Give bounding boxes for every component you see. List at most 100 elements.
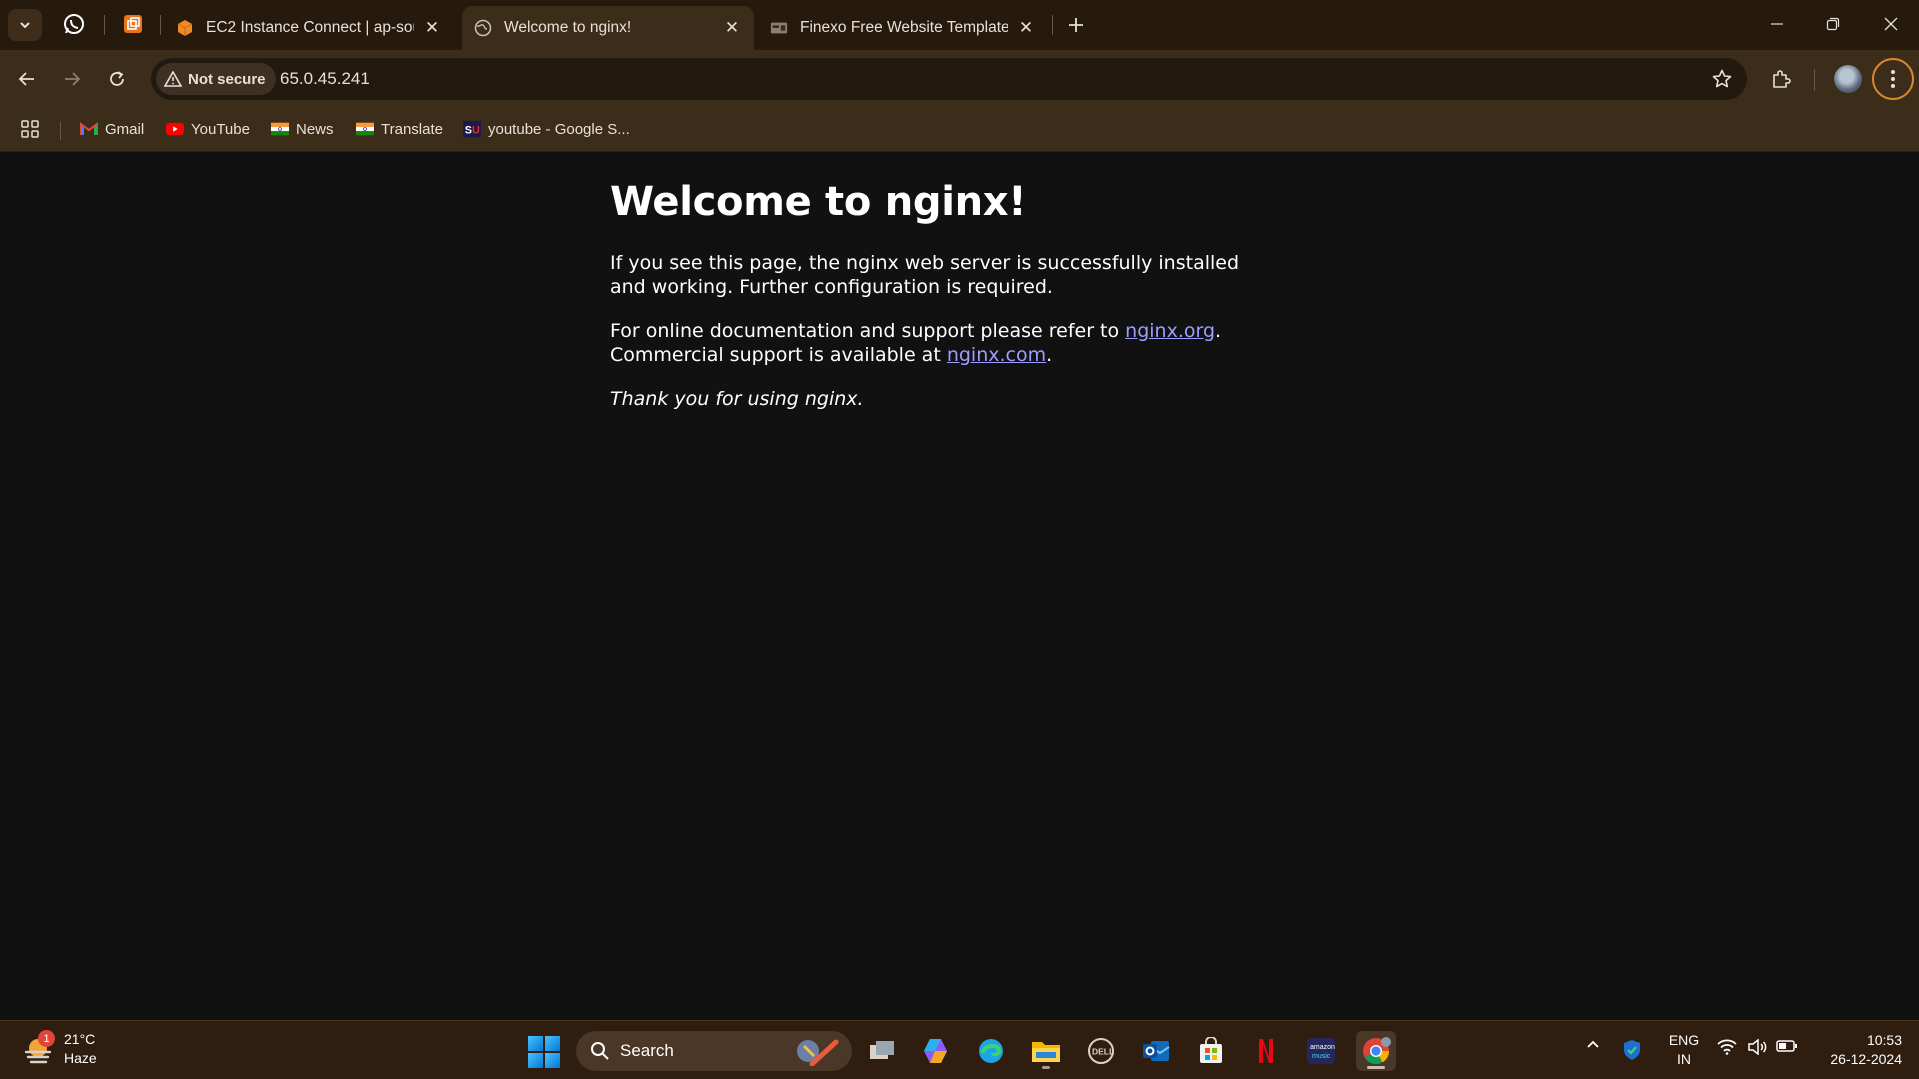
profile-avatar[interactable] [1834,65,1862,93]
globe-icon [474,19,492,37]
bookmark-youtube[interactable]: YouTube [166,114,250,144]
bookmark-gmail[interactable]: Gmail [80,114,144,144]
back-button[interactable] [10,62,44,96]
page-viewport: Welcome to nginx! If you see this page, … [0,152,1919,1020]
bookmark-translate[interactable]: Translate [356,114,443,144]
copilot-app[interactable] [916,1031,956,1071]
doc-text-prefix: For online documentation and support ple… [610,320,1126,342]
tab-title: Welcome to nginx! [504,19,632,36]
apps-grid-icon [21,120,39,138]
pinned-tab-whatsapp[interactable] [62,12,86,36]
india-flag-icon [271,121,289,137]
svg-text:DELL: DELL [1092,1047,1114,1057]
bookmarks-separator [60,122,61,140]
thank-you-message: Thank you for using nginx. [610,388,864,410]
chrome-app[interactable] [1356,1031,1396,1071]
netflix-icon [1259,1039,1273,1063]
svg-text:S: S [465,125,472,137]
bookmark-news[interactable]: News [271,114,334,144]
search-icon [590,1041,610,1061]
pinned-tab-aws[interactable] [121,12,145,36]
tab-title: EC2 Instance Connect | ap-south [206,19,414,36]
address-bar[interactable]: Not secure 65.0.45.241 [151,58,1747,100]
language-indicator[interactable]: ENG IN [1666,1031,1702,1069]
dell-icon: DELL [1088,1038,1114,1064]
tab-separator [1052,15,1053,35]
tab-welcome-nginx[interactable]: Welcome to nginx! ✕ [462,6,754,50]
folder-icon [1032,1042,1060,1062]
tab-separator [104,15,105,35]
search-highlight-icon [792,1036,840,1067]
tab-finexo-template[interactable]: Finexo Free Website Template | ✕ [758,6,1048,50]
outlook-app[interactable] [1136,1031,1176,1071]
tab-search-button[interactable] [8,9,42,41]
close-tab-icon[interactable]: ✕ [422,18,442,38]
windows-taskbar: 1 21°C Haze Search DELL amazon music ENG… [0,1020,1919,1079]
close-window-button[interactable] [1871,8,1911,40]
warning-icon [164,71,182,87]
amazon-music-app[interactable]: amazon music [1301,1031,1341,1071]
battery-icon [1776,1040,1797,1052]
bookmark-youtube-google-search[interactable]: SU youtube - Google S... [463,114,630,144]
volume-tray-icon[interactable] [1746,1039,1768,1055]
url-text[interactable]: 65.0.45.241 [280,69,370,89]
doc-text-suffix: . [1046,344,1053,366]
language-code: ENG [1668,1032,1700,1048]
bookmarks-bar: Gmail YouTube News Translate SU youtube … [0,108,1919,152]
tab-ec2-instance-connect[interactable]: EC2 Instance Connect | ap-south ✕ [164,6,454,50]
site-security-chip[interactable]: Not secure [156,63,276,95]
chevron-down-icon [20,22,30,29]
aws-ec2-icon [176,19,194,37]
microsoft-store-app[interactable] [1191,1031,1231,1071]
battery-tray-icon[interactable] [1776,1039,1798,1053]
show-hidden-icons-button[interactable] [1582,1039,1604,1049]
nginx-org-link[interactable]: nginx.org [1125,320,1215,342]
copilot-icon [924,1039,947,1063]
amazon-music-icon: amazon music [1307,1038,1335,1064]
close-tab-icon[interactable]: ✕ [1016,18,1036,38]
system-clock[interactable]: 10:53 26-12-2024 [1812,1031,1902,1069]
svg-text:U: U [472,125,480,137]
extensions-button[interactable] [1764,62,1798,96]
plus-icon [1069,18,1083,32]
minimize-button[interactable] [1757,8,1797,40]
close-tab-icon[interactable]: ✕ [722,18,742,38]
new-tab-button[interactable] [1062,11,1090,39]
weather-notification-badge: 1 [38,1030,55,1047]
dell-app[interactable]: DELL [1081,1031,1121,1071]
apps-button[interactable] [21,114,39,144]
restore-button[interactable] [1813,8,1853,40]
tab-strip: EC2 Instance Connect | ap-south ✕ Welcom… [0,0,1919,50]
task-view-app[interactable] [862,1031,902,1071]
file-explorer-app[interactable] [1026,1031,1066,1071]
security-label: Not secure [188,70,266,88]
nginx-com-link[interactable]: nginx.com [947,344,1046,366]
weather-widget[interactable]: 1 21°C Haze [22,1030,97,1068]
browser-menu-button[interactable] [1872,58,1914,100]
forward-button[interactable] [55,62,89,96]
speaker-icon [1748,1039,1767,1055]
clock-time: 10:53 [1866,1032,1902,1048]
documentation-message: For online documentation and support ple… [610,319,1270,367]
wifi-icon [1717,1039,1737,1055]
netflix-app[interactable] [1246,1031,1286,1071]
chrome-icon [1363,1037,1391,1065]
restore-icon [1826,17,1840,31]
wifi-tray-icon[interactable] [1716,1039,1738,1055]
weather-description: Haze [64,1050,97,1066]
edge-app[interactable] [971,1031,1011,1071]
security-tray-icon[interactable] [1620,1039,1644,1061]
browser-toolbar: Not secure 65.0.45.241 [0,50,1919,108]
template-icon [770,19,788,37]
active-indicator [1367,1066,1385,1069]
bookmark-label: YouTube [191,120,250,138]
reload-button[interactable] [100,62,134,96]
edge-icon [979,1039,1003,1063]
search-placeholder: Search [620,1041,674,1060]
windows-start-icon[interactable] [528,1036,560,1068]
su-icon: SU [463,120,481,138]
taskbar-search[interactable]: Search [576,1031,852,1071]
bookmark-label: Translate [381,120,443,138]
task-view-icon [870,1041,894,1059]
bookmark-star-button[interactable] [1711,68,1733,90]
